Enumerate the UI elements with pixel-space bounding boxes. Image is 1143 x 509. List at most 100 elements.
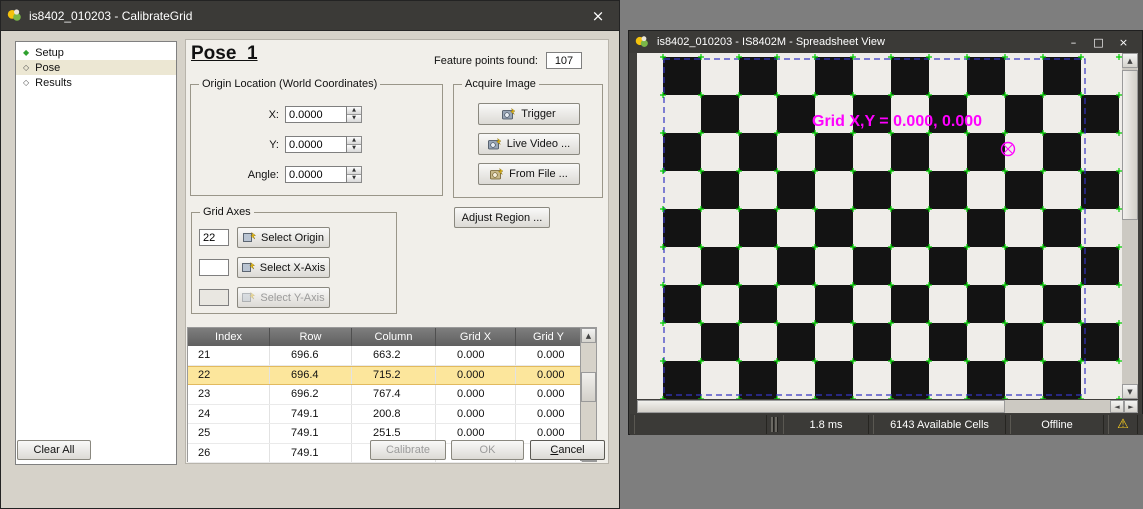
x-label: X: (191, 109, 279, 121)
cancel-button[interactable]: Cancel (530, 440, 605, 460)
trigger-button[interactable]: Trigger (478, 103, 580, 125)
tree-item-setup[interactable]: ◆ Setup (16, 45, 176, 60)
clear-all-button[interactable]: Clear All (17, 440, 91, 460)
group-legend: Origin Location (World Coordinates) (199, 78, 380, 90)
x-spinner[interactable]: ▲ ▼ (347, 106, 362, 123)
adjust-region-button[interactable]: Adjust Region ... (454, 207, 550, 228)
pose-panel: Pose 1 Feature points found: 107 Origin … (185, 39, 609, 464)
angle-input[interactable] (285, 166, 347, 183)
acquire-image-group: Acquire Image Trigger Live Video ... (453, 84, 603, 198)
close-icon[interactable]: × (1111, 34, 1136, 50)
spinner-up-icon[interactable]: ▲ (347, 137, 361, 144)
horizontal-scrollbar[interactable]: ◄ ► (637, 400, 1138, 413)
button-label: Select X-Axis (260, 262, 325, 274)
tree-item-results[interactable]: ◇ Results (16, 75, 176, 90)
calibrate-grid-window: is8402_010203 - CalibrateGrid × ◆ Setup … (0, 0, 620, 509)
step-pending-icon: ◇ (23, 79, 29, 87)
y-label: Y: (191, 139, 279, 151)
table-row[interactable]: 24749.1200.80.0000.000 (188, 405, 582, 425)
step-done-icon: ◆ (23, 49, 29, 57)
table-cell: 0.000 (516, 346, 582, 365)
scrollbar-thumb[interactable] (637, 400, 1005, 413)
feature-points-value: 107 (546, 52, 582, 69)
live-video-button[interactable]: Live Video ... (478, 133, 580, 155)
group-legend: Acquire Image (462, 78, 539, 90)
table-cell: 200.8 (352, 405, 436, 424)
vertical-scrollbar[interactable]: ▲ ▼ (1122, 53, 1138, 399)
table-row[interactable]: 21696.6663.20.0000.000 (188, 346, 582, 366)
spinner-up-icon[interactable]: ▲ (347, 107, 361, 114)
angle-spinner[interactable]: ▲ ▼ (347, 166, 362, 183)
y-field-row: Y: ▲ ▼ (191, 135, 362, 154)
table-row[interactable]: 23696.2767.40.0000.000 (188, 385, 582, 405)
table-cell: 21 (188, 346, 270, 365)
x-axis-index-input[interactable] (199, 259, 229, 276)
group-legend: Grid Axes (200, 206, 254, 218)
angle-field-row: Angle: ▲ ▼ (191, 165, 362, 184)
origin-location-group: Origin Location (World Coordinates) X: ▲… (190, 84, 443, 196)
window-controls: – □ × (1061, 34, 1136, 50)
status-cells: 6143 Available Cells (873, 415, 1006, 434)
y-spinner[interactable]: ▲ ▼ (347, 136, 362, 153)
table-cell: 26 (188, 444, 270, 463)
button-label: Select Origin (261, 232, 324, 244)
from-file-button[interactable]: From File ... (478, 163, 580, 185)
spreadsheet-titlebar[interactable]: is8402_010203 - IS8402M - Spreadsheet Vi… (629, 31, 1142, 53)
calibrate-button: Calibrate (370, 440, 446, 460)
button-label: Select Y-Axis (260, 292, 324, 304)
spinner-down-icon[interactable]: ▼ (347, 114, 361, 122)
pose-table-header: Index Row Column Grid X Grid Y (188, 328, 596, 346)
y-input[interactable] (285, 136, 347, 153)
select-origin-button[interactable]: Select Origin (237, 227, 330, 248)
scroll-up-icon[interactable]: ▲ (1122, 53, 1138, 68)
calibration-image[interactable]: Grid X,Y = 0.000, 0.000 (637, 53, 1122, 399)
table-cell: 22 (188, 367, 270, 385)
tree-item-label: Setup (35, 47, 64, 59)
close-icon[interactable]: × (583, 5, 613, 27)
column-header[interactable]: Column (352, 328, 436, 346)
select-x-axis-button[interactable]: Select X-Axis (237, 257, 330, 278)
app-icon (7, 8, 22, 23)
y-axis-index-input (199, 289, 229, 306)
table-cell: 749.1 (270, 405, 352, 424)
origin-index-input[interactable] (199, 229, 229, 246)
tree-item-pose[interactable]: ◇ Pose (16, 60, 176, 75)
table-row[interactable]: 22696.4715.20.0000.000 (188, 366, 582, 386)
table-cell: 696.4 (270, 367, 352, 385)
column-header[interactable]: Row (270, 328, 352, 346)
spinner-down-icon[interactable]: ▼ (347, 174, 361, 182)
x-field-row: X: ▲ ▼ (191, 105, 362, 124)
scroll-right-icon[interactable]: ► (1124, 400, 1138, 413)
table-cell: 696.2 (270, 385, 352, 404)
table-cell: 0.000 (436, 405, 516, 424)
status-state: Offline (1010, 415, 1104, 434)
scrollbar-thumb[interactable] (1122, 70, 1138, 220)
app-icon (635, 35, 650, 50)
origin-axis-row: Select Origin (199, 227, 330, 248)
x-axis-row: Select X-Axis (199, 257, 330, 278)
spinner-down-icon[interactable]: ▼ (347, 144, 361, 152)
select-x-axis-icon (242, 262, 255, 274)
y-axis-row: Select Y-Axis (199, 287, 330, 308)
scroll-up-icon[interactable]: ▲ (581, 328, 596, 343)
scroll-left-icon[interactable]: ◄ (1110, 400, 1124, 413)
warning-icon[interactable]: ⚠ (1108, 415, 1138, 434)
button-label: Clear All (34, 444, 75, 456)
spinner-up-icon[interactable]: ▲ (347, 167, 361, 174)
checkerboard-svg (637, 53, 1122, 399)
column-header[interactable]: Index (188, 328, 270, 346)
step-pending-icon: ◇ (23, 64, 29, 72)
table-cell: 0.000 (516, 405, 582, 424)
scroll-down-icon[interactable]: ▼ (1122, 384, 1138, 399)
window-title: is8402_010203 - IS8402M - Spreadsheet Vi… (657, 36, 885, 48)
button-label: Trigger (521, 108, 555, 120)
minimize-icon[interactable]: – (1061, 34, 1086, 50)
scrollbar-thumb[interactable] (581, 372, 596, 402)
column-header[interactable]: Grid X (436, 328, 516, 346)
x-input[interactable] (285, 106, 347, 123)
maximize-icon[interactable]: □ (1086, 34, 1111, 50)
table-cell: 0.000 (436, 346, 516, 365)
column-header[interactable]: Grid Y (516, 328, 582, 346)
calibrate-titlebar[interactable]: is8402_010203 - CalibrateGrid × (1, 1, 619, 31)
statusbar-grip (771, 417, 777, 432)
